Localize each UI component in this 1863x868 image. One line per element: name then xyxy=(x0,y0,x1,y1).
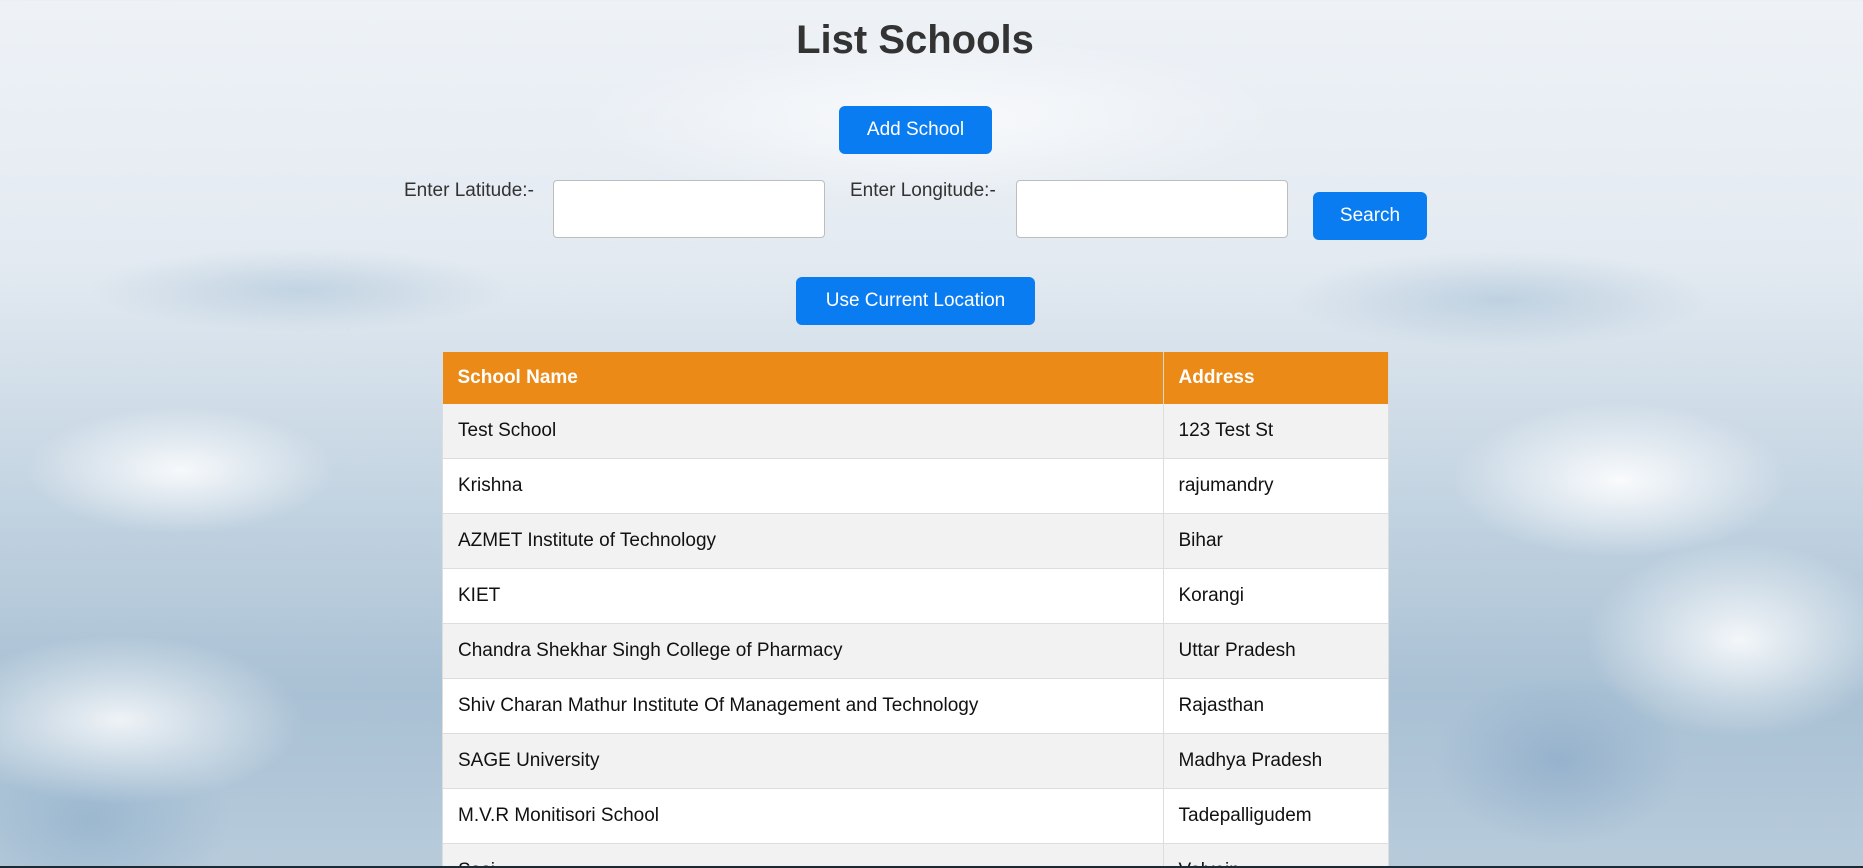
table-row: AZMET Institute of Technology Bihar xyxy=(442,513,1389,569)
school-name-cell: Test School xyxy=(442,404,1164,459)
schools-table-container: School Name Address Test School 123 Test… xyxy=(442,352,1389,868)
longitude-input[interactable] xyxy=(1016,180,1288,238)
table-row: SAGE University Madhya Pradesh xyxy=(442,733,1389,789)
address-cell: Uttar Pradesh xyxy=(1162,623,1389,679)
table-row: KIET Korangi xyxy=(442,568,1389,624)
add-school-button[interactable]: Add School xyxy=(839,106,992,154)
school-name-cell: M.V.R Monitisori School xyxy=(442,788,1164,844)
table-row: Sasi Velvein xyxy=(442,843,1389,868)
table-row: Chandra Shekhar Singh College of Pharmac… xyxy=(442,623,1389,679)
column-header-address: Address xyxy=(1163,352,1389,404)
table-row: Shiv Charan Mathur Institute Of Manageme… xyxy=(442,678,1389,734)
address-cell: rajumandry xyxy=(1162,458,1389,514)
longitude-label: Enter Longitude:- xyxy=(850,180,996,201)
address-cell: 123 Test St xyxy=(1162,404,1389,459)
search-button[interactable]: Search xyxy=(1313,192,1427,240)
table-row: Krishna rajumandry xyxy=(442,458,1389,514)
school-name-cell: KIET xyxy=(442,568,1164,624)
school-name-cell: Sasi xyxy=(442,843,1164,868)
address-cell: Korangi xyxy=(1162,568,1389,624)
school-name-cell: Shiv Charan Mathur Institute Of Manageme… xyxy=(442,678,1164,734)
address-cell: Tadepalligudem xyxy=(1162,788,1389,844)
page-title: List Schools xyxy=(796,18,1034,62)
school-name-cell: Krishna xyxy=(442,458,1164,514)
latitude-label: Enter Latitude:- xyxy=(404,180,534,201)
address-cell: Velvein xyxy=(1162,843,1389,868)
address-cell: Madhya Pradesh xyxy=(1162,733,1389,789)
school-name-cell: Chandra Shekhar Singh College of Pharmac… xyxy=(442,623,1164,679)
table-row: Test School 123 Test St xyxy=(442,404,1389,459)
column-header-school-name: School Name xyxy=(442,352,1164,404)
latitude-input[interactable] xyxy=(553,180,825,238)
table-row: M.V.R Monitisori School Tadepalligudem xyxy=(442,788,1389,844)
address-cell: Rajasthan xyxy=(1162,678,1389,734)
use-current-location-button[interactable]: Use Current Location xyxy=(796,277,1035,325)
address-cell: Bihar xyxy=(1162,513,1389,569)
schools-table: School Name Address Test School 123 Test… xyxy=(442,352,1389,868)
school-name-cell: SAGE University xyxy=(442,733,1164,789)
school-name-cell: AZMET Institute of Technology xyxy=(442,513,1164,569)
table-header-row: School Name Address xyxy=(442,352,1389,404)
